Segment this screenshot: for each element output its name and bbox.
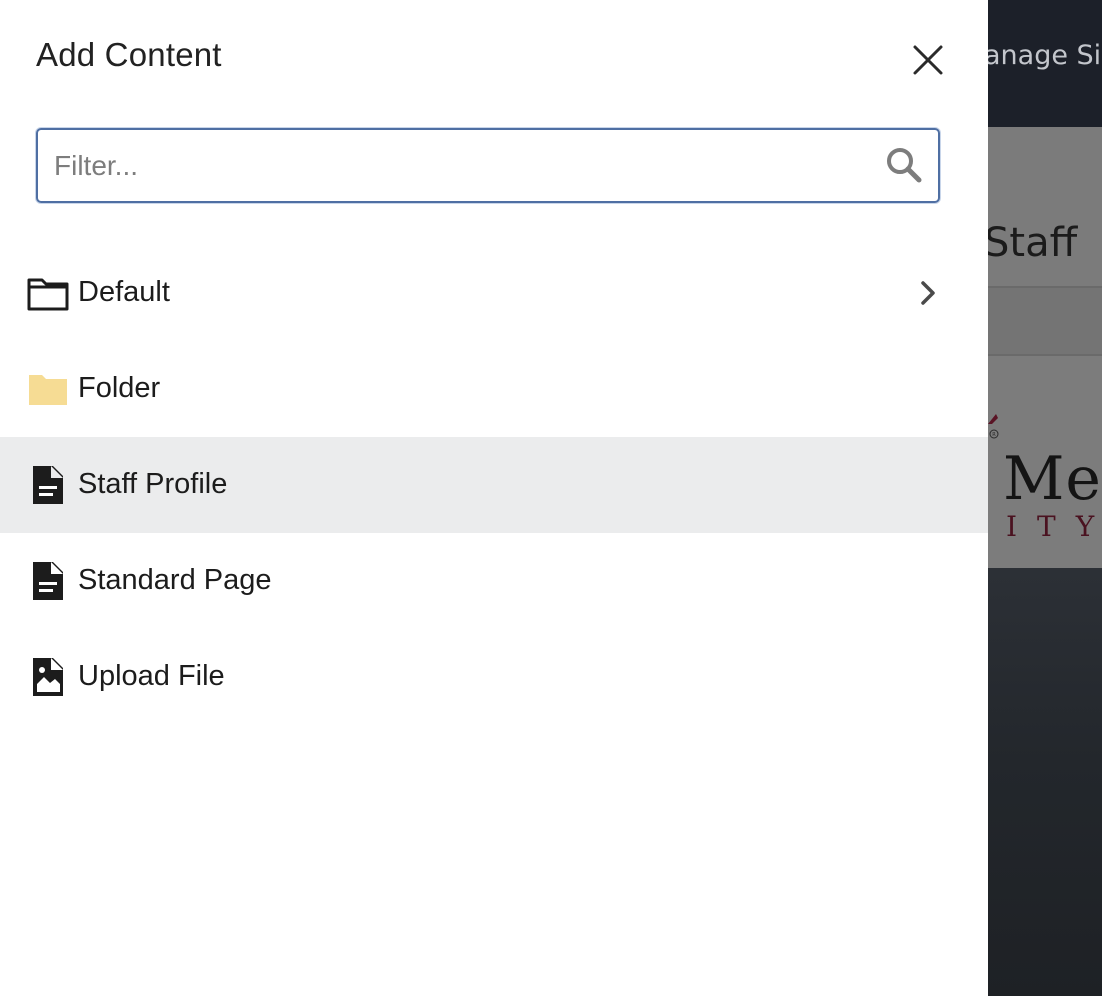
close-icon — [913, 45, 943, 75]
list-item-staff-profile[interactable]: Staff Profile — [0, 437, 988, 533]
chevron-right-icon[interactable] — [914, 277, 942, 309]
svg-text:R: R — [992, 432, 996, 438]
search-icon[interactable] — [884, 145, 924, 185]
document-icon — [26, 561, 70, 601]
list-item-standard-page[interactable]: Standard Page — [0, 533, 988, 629]
app-root: anage Si Staff R Mes ITY Add Content — [0, 0, 1102, 996]
close-button[interactable] — [906, 38, 950, 82]
list-item-label: Folder — [78, 371, 161, 404]
list-item-upload-file[interactable]: Upload File — [0, 629, 988, 725]
document-icon — [26, 465, 70, 505]
logo-mark-icon: R — [988, 414, 999, 439]
folder-outline-icon — [26, 273, 70, 313]
panel-title: Add Content — [36, 36, 222, 73]
filter-input[interactable] — [38, 130, 858, 201]
list-item-label: Standard Page — [78, 563, 272, 596]
list-item-default[interactable]: Default — [0, 245, 988, 341]
filter-field — [36, 128, 940, 203]
list-item-folder[interactable]: Folder — [0, 341, 988, 437]
add-content-panel: Add Content Default — [0, 0, 988, 996]
list-item-label: Upload File — [78, 659, 225, 692]
image-file-icon — [26, 657, 70, 697]
content-type-list: Default Folder Staff Profile Standard Pa… — [0, 245, 988, 725]
list-item-label: Default — [78, 275, 170, 308]
folder-filled-icon — [26, 369, 70, 409]
university-logo-subtext: ITY — [1006, 510, 1094, 543]
manage-site-link[interactable]: anage Si — [984, 40, 1101, 71]
list-item-label: Staff Profile — [78, 467, 228, 500]
background-page-title: Staff — [984, 220, 1078, 266]
university-logo-wordmark: Mes — [1003, 444, 1102, 514]
